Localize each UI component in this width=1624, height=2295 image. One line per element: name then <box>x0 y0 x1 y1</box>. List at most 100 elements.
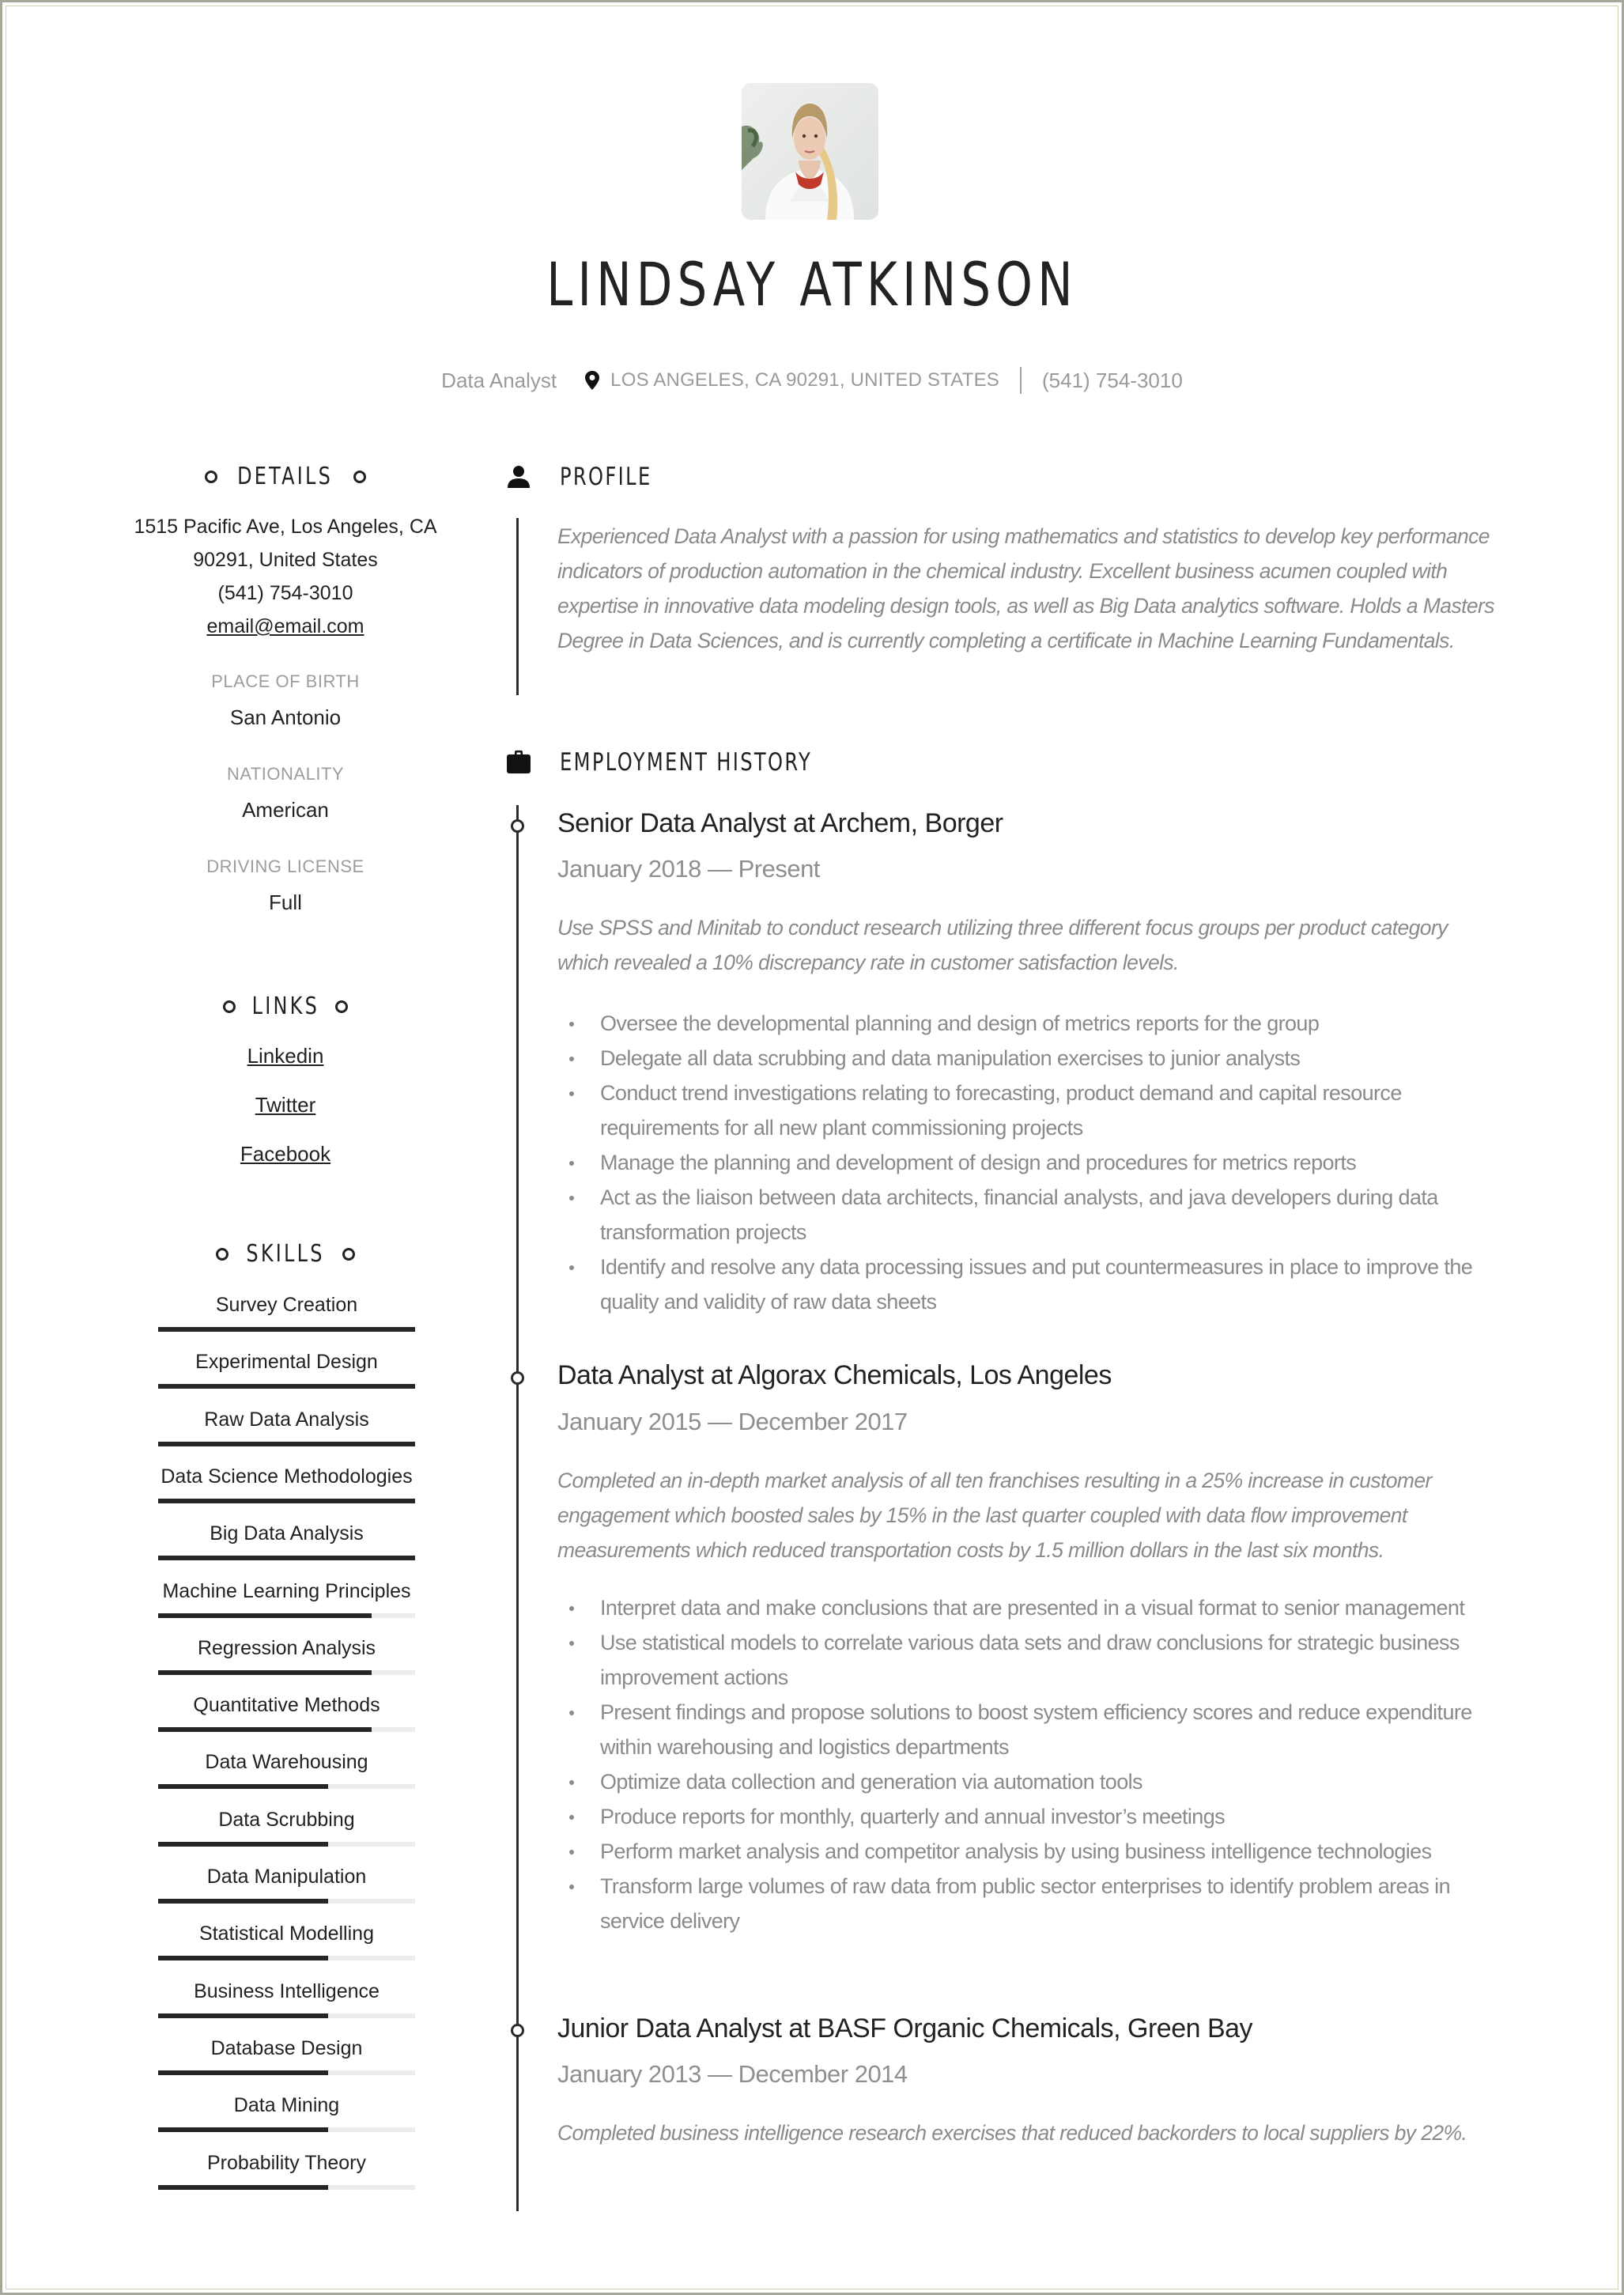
skill-name: Data Manipulation <box>206 1866 367 1888</box>
skill-level-fill <box>158 1327 415 1332</box>
job-2-title: Data Analyst at Algorax Chemicals, Los A… <box>557 1360 1112 1390</box>
skill-level-bar <box>158 1498 415 1503</box>
facebook-link[interactable]: Facebook <box>240 1142 330 1166</box>
linkedin-link[interactable]: Linkedin <box>247 1044 324 1068</box>
skill-level-fill <box>158 1727 372 1733</box>
skill-item: Business Intelligence <box>158 1980 415 2037</box>
skill-level-bar <box>158 1899 415 1904</box>
skill-name: Data Science Methodologies <box>161 1465 413 1488</box>
skill-level-bar <box>158 2127 415 2133</box>
employment-heading: EMPLOYMENT HISTORY <box>560 748 813 777</box>
skill-level-bar <box>158 2184 415 2190</box>
skill-level-fill <box>158 1956 328 1961</box>
job-3-dates: January 2013 — December 2014 <box>557 2060 908 2088</box>
skill-level-bar <box>158 1384 415 1389</box>
skill-item: Survey Creation <box>158 1294 415 1351</box>
skill-level-fill <box>158 2184 328 2190</box>
skill-name: Data Warehousing <box>205 1751 368 1774</box>
skill-level-bar <box>158 2013 415 2018</box>
skill-name: Regression Analysis <box>197 1636 376 1659</box>
skill-item: Statistical Modelling <box>158 1923 415 1979</box>
skill-name: Machine Learning Principles <box>162 1579 411 1602</box>
skill-level-fill <box>158 1899 328 1904</box>
job-2-description: Completed an in-depth market analysis of… <box>557 1469 1432 1562</box>
address-line-2: 90291, United States <box>193 549 378 571</box>
job-title: Data Analyst <box>441 368 557 392</box>
links-heading: LINKS <box>127 992 444 1020</box>
skill-level-bar <box>158 1841 415 1847</box>
skill-level-bar <box>158 1327 415 1332</box>
skill-level-bar <box>158 1613 415 1618</box>
nationality-value: American <box>242 798 329 822</box>
skill-item: Data Manipulation <box>158 1866 415 1923</box>
list-item: Conduct trend investigations relating to… <box>569 1076 1506 1145</box>
twitter-link[interactable]: Twitter <box>255 1093 316 1117</box>
list-item: Oversee the developmental planning and d… <box>569 1006 1506 1041</box>
circle-icon <box>215 1247 228 1261</box>
skill-level-fill <box>158 1556 415 1561</box>
circle-icon <box>335 1000 349 1013</box>
skill-item: Data Science Methodologies <box>158 1465 415 1522</box>
nationality-label: NATIONALITY <box>226 764 345 784</box>
link-twitter-container: Twitter <box>127 1093 444 1117</box>
skill-level-bar <box>158 1784 415 1790</box>
timeline-node <box>511 1371 524 1385</box>
link-facebook-container: Facebook <box>127 1142 444 1166</box>
skill-name: Data Mining <box>233 2094 340 2117</box>
profile-divider <box>516 518 519 695</box>
skill-name: Quantitative Methods <box>193 1694 380 1717</box>
job-3-description: Completed business intelligence research… <box>557 2121 1467 2145</box>
list-item: Delegate all data scrubbing and data man… <box>569 1041 1506 1076</box>
skill-level-fill <box>158 1441 415 1446</box>
employment-timeline <box>516 805 519 2211</box>
skill-level-fill <box>158 1669 372 1675</box>
link-linkedin-container: Linkedin <box>127 1044 444 1068</box>
skill-level-fill <box>158 1613 372 1618</box>
profile-photo <box>742 83 878 220</box>
driving-license-label: DRIVING LICENSE <box>206 856 364 876</box>
header-phone: (541) 754-3010 <box>1042 368 1183 392</box>
skill-name: Survey Creation <box>215 1294 358 1316</box>
job-1-bullets: Oversee the developmental planning and d… <box>557 1006 1506 1319</box>
skill-level-fill <box>158 2127 328 2133</box>
skill-item: Database Design <box>158 2037 415 2094</box>
job-2-dates: January 2015 — December 2017 <box>557 1408 908 1435</box>
list-item: Act as the liaison between data architec… <box>569 1180 1506 1250</box>
skill-level-bar <box>158 1956 415 1961</box>
skill-item: Quantitative Methods <box>158 1694 415 1751</box>
circle-icon <box>222 1000 236 1013</box>
skill-item: Probability Theory <box>158 2152 415 2209</box>
circle-icon <box>205 470 218 483</box>
location: LOS ANGELES, CA 90291, UNITED STATES <box>610 369 999 391</box>
person-icon <box>508 466 530 488</box>
skill-name: Raw Data Analysis <box>204 1408 369 1431</box>
list-item: Perform market analysis and competitor a… <box>569 1834 1506 1869</box>
location-pin-icon <box>585 371 600 390</box>
list-item: Identify and resolve any data processing… <box>569 1250 1506 1319</box>
skill-item: Data Scrubbing <box>158 1809 415 1866</box>
skill-level-bar <box>158 1669 415 1675</box>
list-item: Present findings and propose solutions t… <box>569 1695 1506 1764</box>
address-line-1: 1515 Pacific Ave, Los Angeles, CA <box>134 516 437 538</box>
driving-license-value: Full <box>269 890 302 914</box>
skill-name: Data Scrubbing <box>218 1808 355 1831</box>
list-item: Interpret data and make conclusions that… <box>569 1590 1506 1625</box>
skill-item: Machine Learning Principles <box>158 1580 415 1637</box>
profile-photo-image <box>742 83 878 220</box>
list-item: Manage the planning and development of d… <box>569 1145 1506 1180</box>
skill-name: Database Design <box>210 2036 363 2059</box>
profile-summary: Experienced Data Analyst with a passion … <box>557 524 1494 652</box>
details-phone: (541) 754-3010 <box>217 582 353 604</box>
skills-heading: SKILLS <box>127 1240 444 1268</box>
job-1-description: Use SPSS and Minitab to conduct research… <box>557 916 1448 974</box>
place-of-birth-label: PLACE OF BIRTH <box>211 671 360 691</box>
email-link[interactable]: email@email.com <box>206 615 364 637</box>
skill-level-fill <box>158 1841 328 1847</box>
job-2-bullets: Interpret data and make conclusions that… <box>557 1590 1506 1938</box>
details-heading: DETAILS <box>127 463 444 490</box>
list-item: Use statistical models to correlate vari… <box>569 1625 1506 1695</box>
circle-icon <box>353 470 366 483</box>
skill-name: Probability Theory <box>206 2151 367 2174</box>
timeline-node <box>511 2024 524 2037</box>
skill-level-fill <box>158 1498 415 1503</box>
